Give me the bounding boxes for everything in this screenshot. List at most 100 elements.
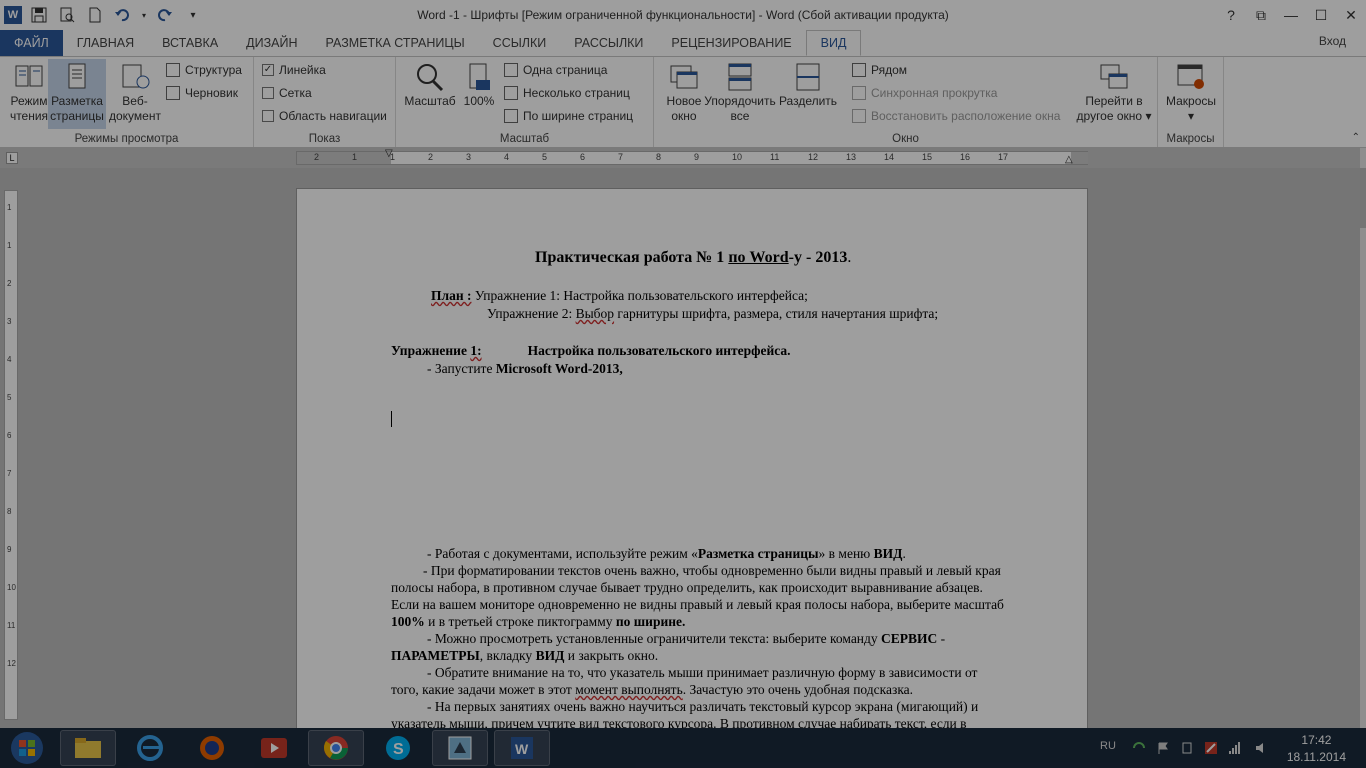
document-page[interactable]: Практическая работа № 1 по Word-у - 2013… <box>296 188 1088 728</box>
right-indent-marker[interactable]: △ <box>1065 154 1073 165</box>
split-icon <box>792 62 824 92</box>
print-layout-button[interactable]: Разметка страницы <box>48 59 106 129</box>
firefox-icon <box>200 736 224 760</box>
outline-button[interactable]: Структура <box>166 60 242 80</box>
svg-text:W: W <box>515 741 529 757</box>
body-line-1: - При форматировании текстов очень важно… <box>423 563 1001 578</box>
view-side-by-side-button[interactable]: Рядом <box>852 60 907 80</box>
tab-mailings[interactable]: РАССЫЛКИ <box>560 30 657 56</box>
new-window-button[interactable]: Новое окно <box>660 59 708 129</box>
skype-icon: S <box>386 736 410 760</box>
draft-icon <box>166 86 180 100</box>
ruler-tick-label: 5 <box>542 152 548 162</box>
multiple-pages-button[interactable]: Несколько страниц <box>504 83 630 103</box>
ruler-tick-label: 8 <box>656 152 662 162</box>
collapse-ribbon-icon[interactable]: ⌃ <box>1352 132 1360 143</box>
explorer-taskbar-button[interactable] <box>60 730 116 766</box>
macros-button[interactable]: Макросы ▾ <box>1162 59 1220 129</box>
first-line-indent-marker[interactable]: ▽ <box>385 148 393 159</box>
page-width-button[interactable]: По ширине страниц <box>504 106 633 126</box>
horizontal-ruler[interactable]: 2 1 1 2 3 4 5 6 7 8 9 10 11 12 13 14 15 16 17 ▽ △ <box>296 148 1088 165</box>
vertical-ruler-tick-label: 12 <box>7 659 16 668</box>
device-tray-icon[interactable] <box>1180 741 1194 755</box>
navigation-pane-checkbox[interactable]: Область навигации <box>262 106 387 126</box>
vertical-scrollbar[interactable] <box>1360 148 1366 728</box>
gridlines-checkbox[interactable]: Сетка <box>262 83 312 103</box>
vertical-ruler-tick-label: 8 <box>7 507 12 516</box>
system-clock[interactable]: 17:42 18.11.2014 <box>1287 732 1346 766</box>
chrome-taskbar-button[interactable] <box>308 730 364 766</box>
antivirus-tray-icon[interactable] <box>1204 741 1218 755</box>
word-taskbar-button[interactable]: W <box>494 730 550 766</box>
ruler-bar: L 2 1 1 2 3 4 5 6 7 8 9 10 11 12 13 14 15 16 17 ▽ △ <box>0 148 1366 168</box>
book-icon <box>13 62 45 92</box>
scrollbar-thumb[interactable] <box>1360 168 1366 228</box>
synchronous-scrolling-button[interactable]: Синхронная прокрутка <box>852 83 997 103</box>
reset-window-position-button[interactable]: Восстановить расположение окна <box>852 106 1060 126</box>
ruler-tick-label: 14 <box>884 152 895 162</box>
body-line-6: ПАРАМЕТРЫ, вкладку ВИД и закрыть окно. <box>391 648 659 663</box>
web-layout-button[interactable]: Веб- документ <box>108 59 162 129</box>
one-page-button[interactable]: Одна страница <box>504 60 607 80</box>
ruler-tick-label: 1 <box>352 152 358 162</box>
exercise-1-heading: Упражнение 1: Настройка пользовательского… <box>391 343 791 358</box>
media-taskbar-button[interactable] <box>246 730 302 766</box>
web-page-icon <box>119 62 151 92</box>
checkbox-checked-icon: ✓ <box>262 64 274 76</box>
tab-design[interactable]: ДИЗАЙН <box>232 30 311 56</box>
ruler-tick-label: 9 <box>694 152 700 162</box>
network-signal-icon[interactable] <box>1228 741 1242 755</box>
ruler-tick-label: 16 <box>960 152 971 162</box>
tab-selector-button[interactable]: L <box>6 152 18 164</box>
vertical-ruler-tick-label: 1 <box>7 241 12 250</box>
zoom-100-button[interactable]: 100% <box>458 59 500 129</box>
tab-page-layout[interactable]: РАЗМЕТКА СТРАНИЦЫ <box>312 30 479 56</box>
vertical-ruler-tick-label: 6 <box>7 431 12 440</box>
ruler-tick-label: 12 <box>808 152 819 162</box>
ruler-tick-label: 13 <box>846 152 857 162</box>
side-by-side-icon <box>852 63 866 77</box>
tab-references[interactable]: ССЫЛКИ <box>479 30 561 56</box>
draft-button[interactable]: Черновик <box>166 83 238 103</box>
tab-insert[interactable]: ВСТАВКА <box>148 30 232 56</box>
sync-tray-icon[interactable] <box>1132 741 1146 755</box>
vertical-ruler-tick-label: 1 <box>7 203 12 212</box>
start-button[interactable] <box>2 730 52 766</box>
split-button[interactable]: Разделить <box>778 59 838 129</box>
svg-text:S: S <box>393 741 404 758</box>
ruler-tick-label: 6 <box>580 152 586 162</box>
dropdown-arrow-icon: ▾ <box>1145 109 1152 123</box>
ie-taskbar-button[interactable] <box>122 730 178 766</box>
sign-in-link[interactable]: Вход <box>1319 34 1346 48</box>
tab-file[interactable]: ФАЙЛ <box>0 30 63 56</box>
ruler-right-margin <box>1071 152 1088 164</box>
ruler-checkbox[interactable]: ✓ Линейка <box>262 60 326 80</box>
app-taskbar-button[interactable] <box>432 730 488 766</box>
ribbon-tabs: ФАЙЛ ГЛАВНАЯ ВСТАВКА ДИЗАЙН РАЗМЕТКА СТР… <box>0 30 1366 56</box>
tab-view[interactable]: ВИД <box>805 30 862 56</box>
minimize-button[interactable]: — <box>1276 0 1306 30</box>
switch-windows-button[interactable]: Перейти в другое окно ▾ <box>1074 59 1154 129</box>
switch-windows-icon <box>1098 62 1130 92</box>
help-button[interactable]: ? <box>1216 0 1246 30</box>
skype-taskbar-button[interactable]: S <box>370 730 426 766</box>
zoom-button[interactable]: Масштаб <box>402 59 458 129</box>
close-button[interactable]: ✕ <box>1336 0 1366 30</box>
body-line-work: - Работая с документами, используйте реж… <box>427 546 906 561</box>
group-show: ✓ Линейка Сетка Область навигации Показ <box>254 57 396 147</box>
zoom-100-icon <box>463 62 495 92</box>
vertical-ruler-tick-label: 10 <box>7 583 16 592</box>
group-label-show: Показ <box>308 133 341 145</box>
maximize-button[interactable]: ☐ <box>1306 0 1336 30</box>
vertical-ruler[interactable]: 1 1 2 3 4 5 6 7 8 9 10 11 12 <box>4 190 18 720</box>
ruler-tick-label: 4 <box>504 152 510 162</box>
tab-review[interactable]: РЕЦЕНЗИРОВАНИЕ <box>657 30 805 56</box>
volume-icon[interactable] <box>1254 741 1268 755</box>
vertical-ruler-tick-label: 2 <box>7 279 12 288</box>
arrange-all-button[interactable]: Упорядочить все <box>704 59 776 129</box>
language-indicator[interactable]: RU <box>1100 740 1116 752</box>
ribbon-display-options-button[interactable]: ⧉ <box>1246 0 1276 30</box>
firefox-taskbar-button[interactable] <box>184 730 240 766</box>
tab-home[interactable]: ГЛАВНАЯ <box>63 30 148 56</box>
flag-tray-icon[interactable] <box>1156 741 1170 755</box>
